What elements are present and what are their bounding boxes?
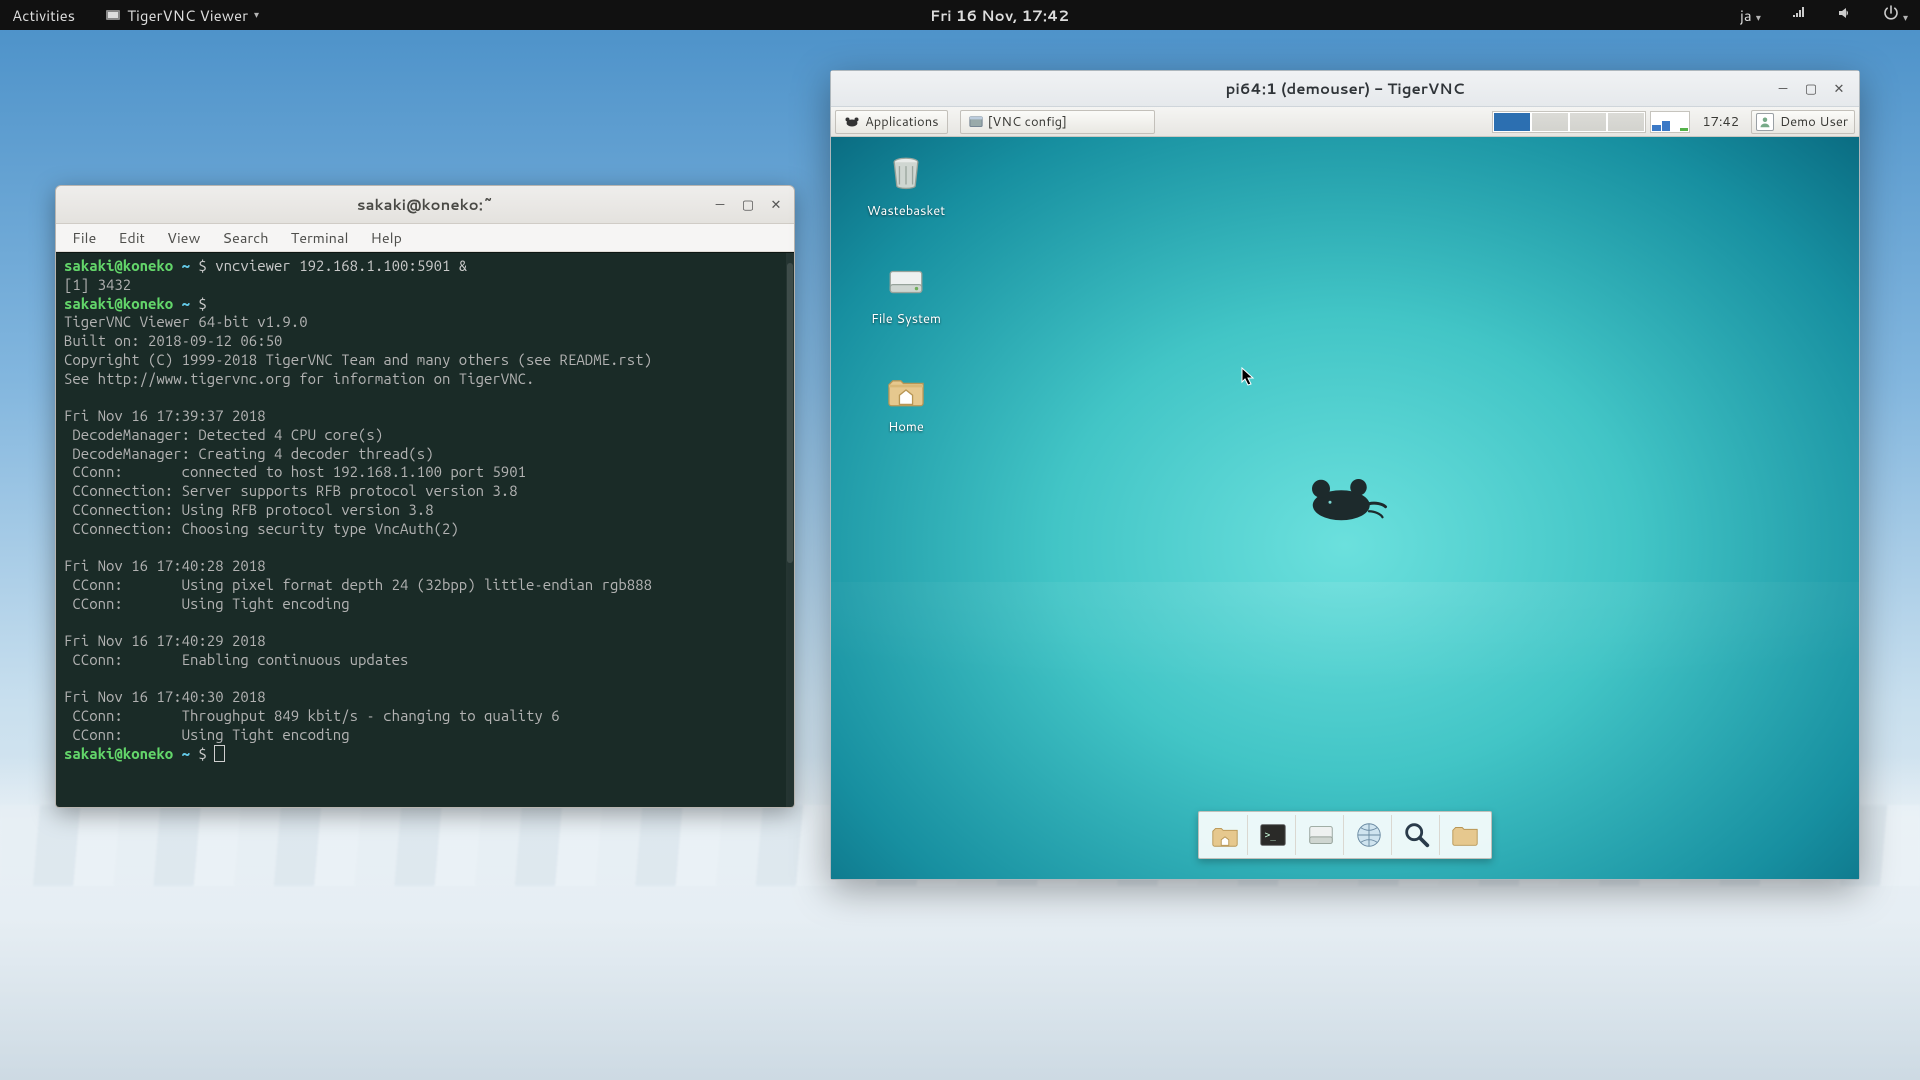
user-indicator[interactable]: ja ▾: [1732, 3, 1769, 28]
desktop-icon-filesystem[interactable]: File System: [861, 259, 951, 328]
user-label: Demo User: [1780, 113, 1848, 131]
home-folder-icon: [883, 367, 929, 413]
close-button[interactable]: ✕: [1827, 78, 1851, 100]
power-indicator[interactable]: ▾: [1875, 3, 1916, 28]
terminal-window[interactable]: sakaki@koneko:~ — ▢ ✕ File Edit View Sea…: [55, 185, 795, 808]
desktop-icon-home[interactable]: Home: [861, 367, 951, 436]
avatar-icon: [1756, 113, 1774, 131]
dock-item-filemanager[interactable]: [1298, 815, 1344, 855]
vnc-window[interactable]: pi64:1 (demouser) - TigerVNC — ▢ ✕ Appli…: [830, 70, 1860, 880]
network-indicator[interactable]: [1783, 3, 1815, 28]
chevron-down-icon: ▾: [1756, 11, 1761, 25]
user-menu[interactable]: Demo User: [1751, 110, 1855, 134]
volume-indicator[interactable]: [1829, 3, 1861, 28]
drive-icon: [1305, 820, 1337, 850]
trash-icon: [883, 151, 929, 197]
window-icon: [969, 115, 983, 129]
taskbar-item-vncconfig[interactable]: [VNC config]: [960, 110, 1155, 134]
network-graph[interactable]: [1650, 111, 1690, 133]
svg-text:>_: >_: [1264, 830, 1276, 841]
search-icon: [1401, 820, 1433, 850]
menu-edit[interactable]: Edit: [108, 224, 155, 251]
terminal-body[interactable]: sakaki@koneko ~ $ vncviewer 192.168.1.10…: [56, 252, 794, 807]
menu-file[interactable]: File: [62, 224, 106, 251]
minimize-button[interactable]: —: [1771, 78, 1795, 100]
terminal-title: sakaki@koneko:~: [56, 194, 794, 215]
gnome-topbar: Activities TigerVNC Viewer ▾ Fri 16 Nov,…: [0, 0, 1920, 30]
activities-button[interactable]: Activities: [4, 3, 83, 28]
desktop-icon-label: Home: [861, 418, 951, 436]
menu-search[interactable]: Search: [212, 224, 278, 251]
dock-item-terminal[interactable]: >_: [1250, 815, 1296, 855]
menu-help[interactable]: Help: [361, 224, 412, 251]
topbar-clock[interactable]: Fri 16 Nov, 17:42: [267, 5, 1732, 26]
remote-desktop[interactable]: Wastebasket File System Home >_: [831, 137, 1859, 879]
active-app-label: TigerVNC Viewer: [127, 5, 248, 26]
cursor-icon: [1241, 367, 1255, 387]
cpu-graph[interactable]: [1492, 111, 1646, 133]
maximize-button[interactable]: ▢: [1799, 78, 1823, 100]
dock-item-home[interactable]: [1202, 815, 1248, 855]
chevron-down-icon: ▾: [1903, 11, 1908, 25]
terminal-icon: >_: [1257, 820, 1289, 850]
drive-icon: [883, 259, 929, 305]
dock-item-find[interactable]: [1394, 815, 1440, 855]
close-button[interactable]: ✕: [764, 194, 788, 216]
applications-menu[interactable]: Applications: [835, 110, 948, 134]
home-folder-icon: [1209, 820, 1241, 850]
dock-item-browser[interactable]: [1346, 815, 1392, 855]
dock-item-folder[interactable]: [1442, 815, 1488, 855]
menu-terminal[interactable]: Terminal: [281, 224, 359, 251]
folder-icon: [1449, 820, 1481, 850]
active-app-menu[interactable]: TigerVNC Viewer ▾: [97, 3, 267, 28]
terminal-scrollbar[interactable]: [786, 253, 794, 807]
desktop-icon-wastebasket[interactable]: Wastebasket: [861, 151, 951, 220]
chevron-down-icon: ▾: [254, 8, 259, 22]
globe-icon: [1353, 820, 1385, 850]
tigervnc-icon: [105, 7, 121, 23]
menu-view[interactable]: View: [157, 224, 210, 251]
desktop-icon-label: File System: [861, 310, 951, 328]
applications-label: Applications: [865, 113, 939, 131]
minimize-button[interactable]: —: [708, 194, 732, 216]
user-initials: ja: [1740, 5, 1752, 26]
xfce-panel: Applications [VNC config] 17:42 Demo Use…: [831, 107, 1859, 137]
terminal-cursor: [215, 746, 224, 761]
xfce-logo: [1300, 473, 1390, 528]
maximize-button[interactable]: ▢: [736, 194, 760, 216]
desktop-icon-label: Wastebasket: [861, 202, 951, 220]
terminal-titlebar[interactable]: sakaki@koneko:~ — ▢ ✕: [56, 186, 794, 224]
vnc-titlebar[interactable]: pi64:1 (demouser) - TigerVNC — ▢ ✕: [831, 71, 1859, 107]
panel-clock[interactable]: 17:42: [1694, 113, 1747, 131]
xfce-dock: >_: [1198, 811, 1492, 859]
taskbar-item-label: [VNC config]: [988, 113, 1067, 131]
vnc-title: pi64:1 (demouser) - TigerVNC: [831, 78, 1859, 99]
terminal-menubar: File Edit View Search Terminal Help: [56, 224, 794, 252]
xfce-mouse-icon: [844, 115, 860, 129]
